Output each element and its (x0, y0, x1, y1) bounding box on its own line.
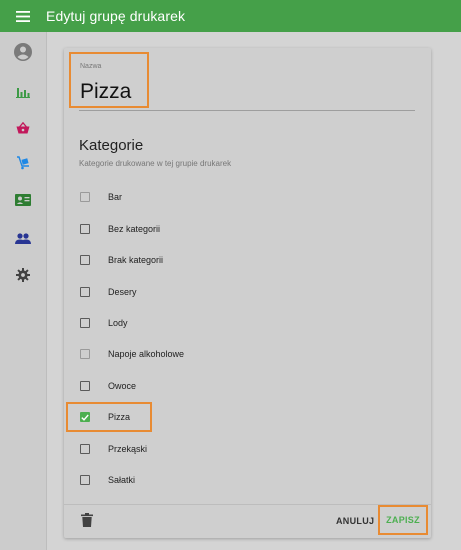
category-label: Pizza (108, 412, 131, 422)
category-row-owoce[interactable]: Owoce (76, 375, 136, 397)
category-label: Lody (108, 318, 128, 328)
app-bar: Edytuj grupę drukarek (0, 0, 461, 32)
name-field[interactable]: Nazwa Pizza (69, 52, 149, 108)
category-row-pizza[interactable]: Pizza (66, 402, 152, 432)
category-row-bez-kategorii[interactable]: Bez kategorii (76, 218, 160, 240)
category-label: Napoje alkoholowe (108, 349, 185, 359)
category-row-salatki[interactable]: Sałatki (76, 469, 135, 491)
category-checkbox[interactable] (80, 224, 90, 234)
contact-card-icon (15, 194, 31, 206)
category-checkbox[interactable] (80, 381, 90, 391)
category-checkbox[interactable] (80, 475, 90, 485)
category-checkbox-checked[interactable] (80, 412, 90, 422)
page-title: Edytuj grupę drukarek (46, 8, 186, 24)
trash-icon[interactable] (81, 513, 93, 527)
category-label: Brak kategorii (108, 255, 164, 265)
hamburger-menu-button[interactable] (0, 0, 46, 32)
category-checkbox[interactable] (80, 255, 90, 265)
sidebar-item-settings[interactable] (0, 261, 46, 289)
basket-icon (16, 122, 30, 134)
category-checkbox[interactable] (80, 287, 90, 297)
category-label: Desery (108, 287, 137, 297)
sidebar-item-orders[interactable] (0, 114, 46, 142)
bar-chart-icon (16, 88, 30, 98)
category-row-brak-kategorii[interactable]: Brak kategorii (76, 249, 163, 271)
sidebar-item-staff[interactable] (0, 224, 46, 252)
category-row-desery[interactable]: Desery (76, 281, 137, 303)
name-field-underline (79, 110, 415, 111)
sidebar-item-contacts[interactable] (0, 186, 46, 214)
people-icon (15, 232, 31, 244)
check-icon (81, 414, 89, 421)
category-label: Owoce (108, 381, 137, 391)
gear-icon (16, 268, 30, 282)
categories-subtitle: Kategorie drukowane w tej grupie drukare… (79, 159, 232, 168)
category-checkbox[interactable] (80, 444, 90, 454)
name-field-label: Nazwa (80, 63, 102, 70)
category-label: Przekąski (108, 444, 148, 454)
category-row-napoje-alkoholowe[interactable]: Napoje alkoholowe (76, 343, 184, 365)
sidebar (0, 32, 47, 550)
category-label: Bez kategorii (108, 224, 161, 234)
category-row-przekaski[interactable]: Przekąski (76, 438, 147, 460)
category-checkbox[interactable] (80, 192, 90, 202)
save-button[interactable]: ZAPISZ (378, 505, 428, 535)
account-circle-icon (14, 43, 32, 61)
category-row-lody[interactable]: Lody (76, 312, 128, 334)
cancel-button[interactable]: ANULUJ (336, 516, 374, 526)
category-checkbox[interactable] (80, 349, 90, 359)
category-label: Sałatki (108, 475, 136, 485)
edit-printer-group-card: Nazwa Pizza Kategorie Kategorie drukowan… (64, 48, 431, 538)
footer-divider (64, 504, 431, 505)
sidebar-item-delivery[interactable] (0, 149, 46, 177)
hamburger-menu-icon (16, 10, 30, 22)
category-checkbox[interactable] (80, 318, 90, 328)
sidebar-item-account[interactable] (0, 38, 46, 66)
name-field-value[interactable]: Pizza (80, 80, 131, 104)
delivery-icon (17, 156, 29, 170)
categories-title: Kategorie (79, 137, 144, 154)
category-label: Bar (108, 192, 123, 202)
category-row-bar[interactable]: Bar (76, 186, 122, 208)
sidebar-item-reports[interactable] (0, 78, 46, 106)
